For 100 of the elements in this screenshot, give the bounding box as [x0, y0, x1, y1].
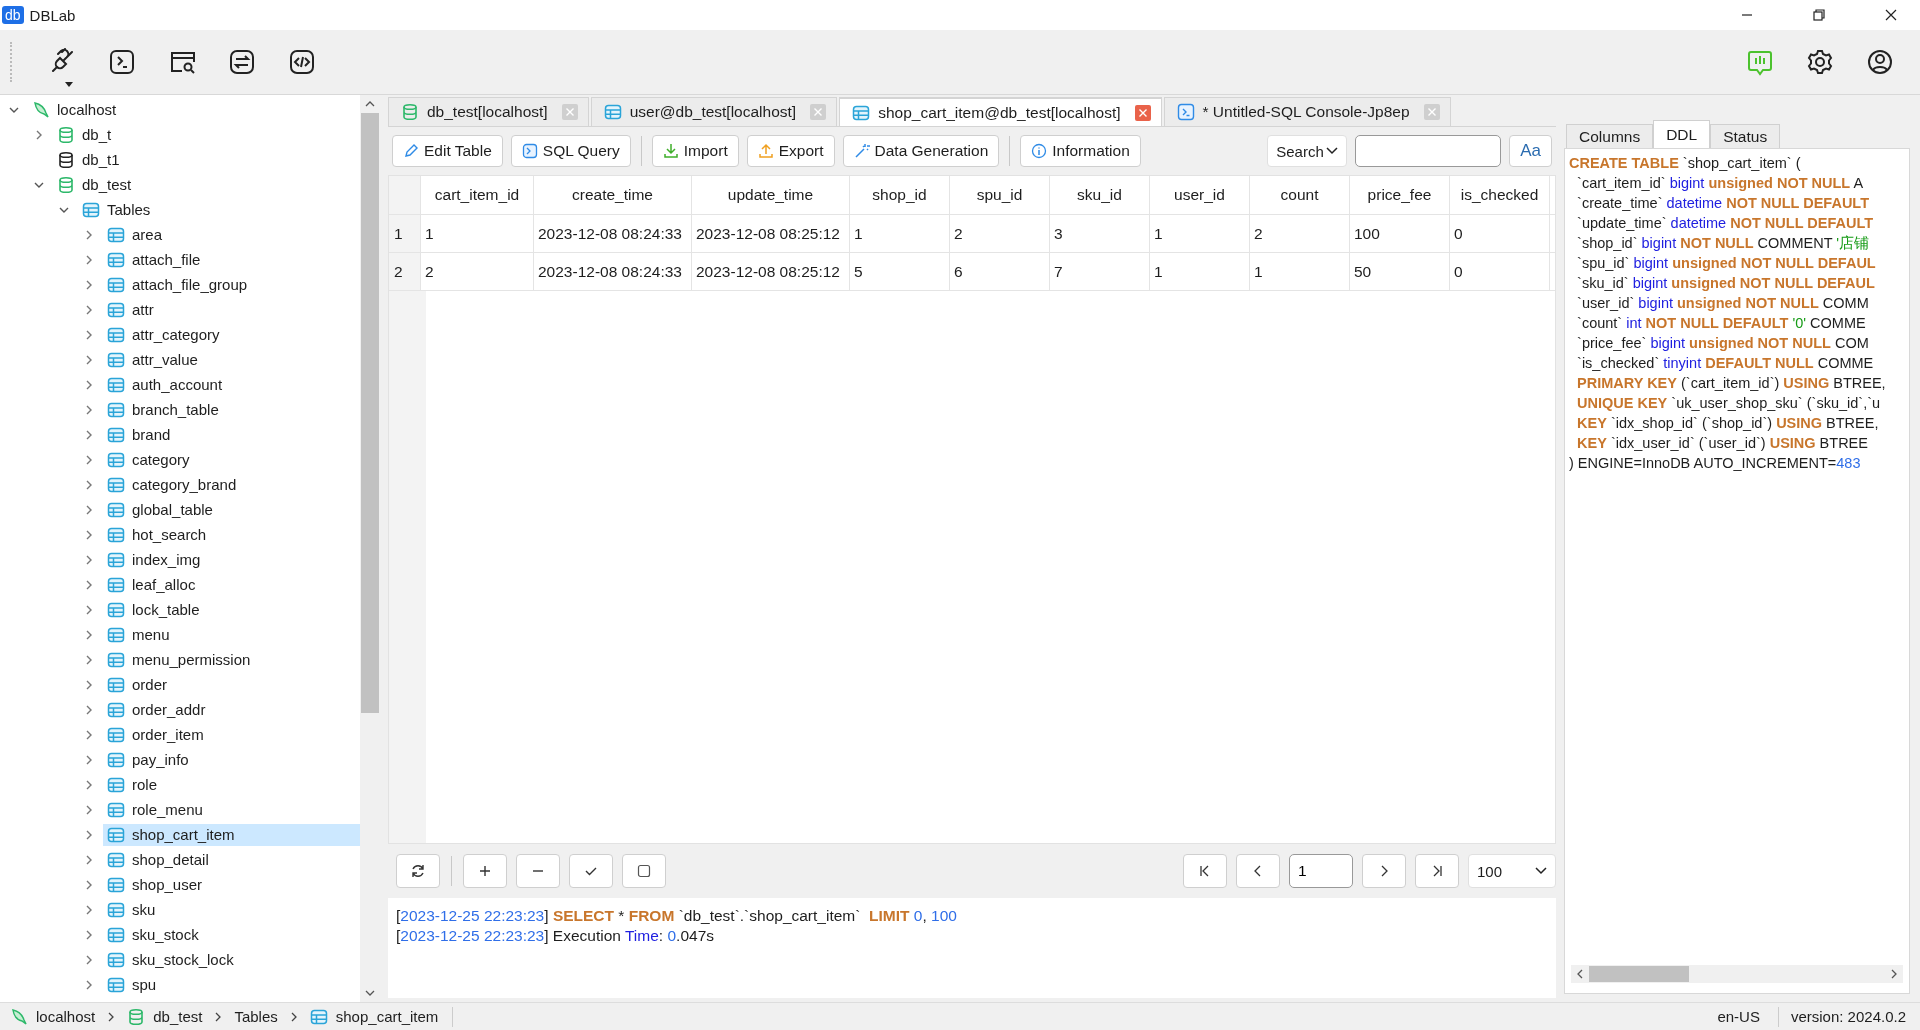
scroll-right-icon[interactable]: [1891, 969, 1897, 979]
table-icon: [107, 425, 125, 444]
code-icon[interactable]: [288, 48, 316, 76]
tree-item[interactable]: category: [103, 448, 360, 471]
table-icon: [107, 875, 125, 894]
column-header[interactable]: user_id: [1150, 176, 1250, 214]
close-icon[interactable]: [1884, 8, 1898, 22]
tree-item[interactable]: hot_search: [103, 523, 360, 546]
pencil-icon: [403, 143, 419, 159]
page-field[interactable]: 1: [1289, 854, 1353, 888]
tree-item[interactable]: brand: [103, 423, 360, 446]
breadcrumb-item[interactable]: db_test: [127, 1007, 203, 1026]
tree-item[interactable]: spu: [103, 973, 360, 996]
breadcrumb-item[interactable]: Tables: [234, 1008, 278, 1025]
column-header[interactable]: count: [1250, 176, 1350, 214]
panel-tab[interactable]: DDL: [1653, 120, 1711, 148]
tree-item[interactable]: sku_stock: [103, 923, 360, 946]
tree-item[interactable]: Tables: [78, 198, 360, 221]
terminal-icon[interactable]: [108, 48, 136, 76]
column-header[interactable]: spu_id: [950, 176, 1050, 214]
toolbar-button[interactable]: Information: [1020, 135, 1141, 167]
column-header[interactable]: cart_item_id: [421, 176, 534, 214]
toolbar-button[interactable]: Export: [746, 135, 835, 167]
horizontal-scrollbar[interactable]: [1571, 965, 1903, 983]
user-icon[interactable]: [1866, 48, 1894, 76]
tree-item[interactable]: menu: [103, 623, 360, 646]
column-header[interactable]: update_time: [692, 176, 850, 214]
tree-item[interactable]: shop_cart_item: [103, 823, 360, 846]
tree-item[interactable]: sku: [103, 898, 360, 921]
toolbar-button[interactable]: Edit Table: [392, 135, 503, 167]
tree-item[interactable]: attr: [103, 298, 360, 321]
tree-item[interactable]: global_table: [103, 498, 360, 521]
cancel-button[interactable]: [622, 854, 666, 888]
tree-item[interactable]: leaf_alloc: [103, 573, 360, 596]
refresh-icon: [410, 863, 426, 879]
toolbar-button[interactable]: Data Generation: [842, 135, 1000, 167]
scroll-down-icon[interactable]: [365, 990, 375, 996]
column-header[interactable]: sku_id: [1050, 176, 1150, 214]
code-line: KEY `idx_user_id` (`user_id`) USING BTREE: [1576, 434, 1869, 453]
tree-item[interactable]: role_menu: [103, 798, 360, 821]
tree-item[interactable]: menu_permission: [103, 648, 360, 671]
last-page-button[interactable]: [1415, 854, 1459, 888]
tree-item[interactable]: area: [103, 223, 360, 246]
tree-item[interactable]: pay_info: [103, 748, 360, 771]
toolbar-button[interactable]: SQL Query: [510, 135, 631, 167]
tree-item[interactable]: attach_file: [103, 248, 360, 271]
panel-tab[interactable]: Columns: [1566, 124, 1654, 148]
tree-item[interactable]: index_img: [103, 548, 360, 571]
magic-wand-icon: [853, 143, 870, 159]
column-header[interactable]: create_time: [534, 176, 692, 214]
add-button[interactable]: [463, 854, 507, 888]
table-cell: 100: [1350, 215, 1450, 252]
scroll-up-icon[interactable]: [365, 101, 375, 107]
tree-item[interactable]: attr_category: [103, 323, 360, 346]
column-header[interactable]: is_checked: [1450, 176, 1550, 214]
dropdown-caret-icon[interactable]: [65, 82, 73, 87]
tree-item[interactable]: attach_file_group: [103, 273, 360, 296]
tree-item[interactable]: shop_detail: [103, 848, 360, 871]
tree-item[interactable]: order_item: [103, 723, 360, 746]
tree-item[interactable]: db_t: [53, 123, 360, 146]
code-line: ) ENGINE=InnoDB AUTO_INCREMENT=483: [1569, 454, 1862, 473]
page-size-select[interactable]: 100: [1468, 854, 1556, 888]
tree-item[interactable]: category_brand: [103, 473, 360, 496]
editor-tab[interactable]: db_test[localhost]: [388, 97, 589, 126]
tree-item[interactable]: branch_table: [103, 398, 360, 421]
tree-item[interactable]: attr_value: [103, 348, 360, 371]
tree-item[interactable]: role: [103, 773, 360, 796]
panel-tab[interactable]: Status: [1710, 124, 1781, 148]
table-cell: 2: [950, 215, 1050, 252]
editor-tab[interactable]: shop_cart_item@db_test[localhost]: [839, 97, 1162, 126]
swap-icon[interactable]: [228, 48, 256, 76]
tree-item[interactable]: sku_stock_lock: [103, 948, 360, 971]
search-field[interactable]: [1355, 135, 1502, 167]
refresh-button[interactable]: [396, 854, 440, 888]
first-page-button[interactable]: [1183, 854, 1227, 888]
restore-icon[interactable]: [1812, 8, 1826, 22]
editor-tab[interactable]: user@db_test[localhost]: [590, 97, 838, 126]
tree-item[interactable]: auth_account: [103, 373, 360, 396]
scroll-left-icon[interactable]: [1577, 969, 1583, 979]
column-header[interactable]: price_fee: [1350, 176, 1450, 214]
table-icon: [107, 600, 125, 619]
breadcrumb-item[interactable]: localhost: [10, 1007, 96, 1026]
tree-item[interactable]: order: [103, 673, 360, 696]
terminal-icon: [1176, 103, 1195, 121]
tree-item[interactable]: db_test: [53, 173, 360, 196]
match-case-button[interactable]: Aa: [1509, 135, 1552, 167]
editor-tab[interactable]: * Untitled-SQL Console-Jp8ep: [1163, 97, 1451, 126]
tree-item[interactable]: shop_user: [103, 873, 360, 896]
settings-icon[interactable]: [1806, 48, 1834, 76]
vertical-scrollbar[interactable]: [360, 95, 380, 1002]
breadcrumb-item[interactable]: shop_cart_item: [309, 1007, 439, 1026]
tree-item[interactable]: lock_table: [103, 598, 360, 621]
toolbar-button[interactable]: Import: [651, 135, 739, 167]
tree-item[interactable]: db_t1: [53, 148, 360, 171]
table-cell: 6: [950, 253, 1050, 290]
column-header[interactable]: shop_id: [850, 176, 950, 214]
search-mode-select[interactable]: Search: [1267, 135, 1348, 167]
tree-item[interactable]: order_addr: [103, 698, 360, 721]
tree-item[interactable]: localhost: [28, 98, 360, 121]
square-icon: [636, 863, 652, 879]
